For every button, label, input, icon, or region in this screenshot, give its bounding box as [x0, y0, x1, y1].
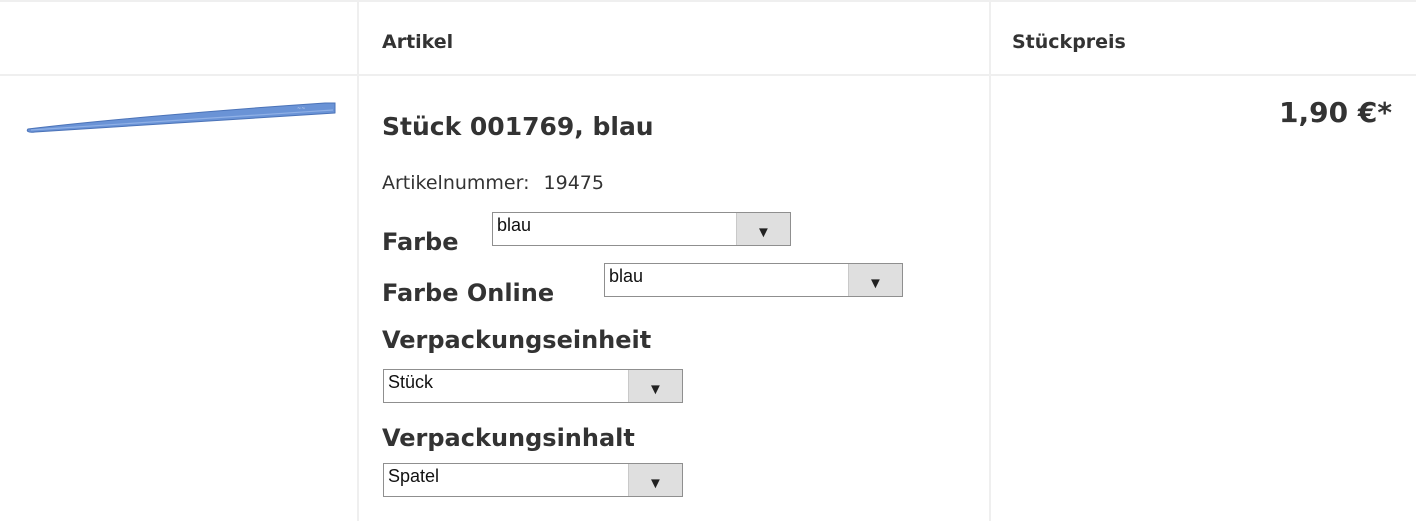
- farbe-online-label: Farbe Online: [382, 279, 555, 307]
- farbe-online-dropdown-button[interactable]: ▼: [848, 264, 902, 296]
- verpackungsinhalt-label: Verpackungsinhalt: [382, 424, 635, 452]
- header-bottom-border: [0, 74, 1416, 76]
- product-title[interactable]: Stück 001769, blau: [382, 112, 654, 141]
- table-top-border: [0, 0, 1416, 2]
- farbe-select-value: blau: [497, 215, 532, 235]
- farbe-online-select-value: blau: [609, 266, 644, 286]
- article-number-label: Artikelnummer:: [382, 172, 530, 194]
- column-header-artikel: Artikel: [382, 31, 454, 53]
- verpackungsinhalt-dropdown-button[interactable]: ▼: [628, 464, 682, 496]
- farbe-online-select[interactable]: blau ▼: [604, 263, 903, 297]
- verpackungseinheit-select-value: Stück: [388, 372, 434, 392]
- farbe-label: Farbe: [382, 228, 459, 256]
- verpackungseinheit-select[interactable]: Stück ▼: [383, 369, 683, 403]
- column-divider-right: [989, 0, 991, 521]
- unit-price: 1,90 €*: [1279, 96, 1392, 129]
- column-header-stueckpreis: Stückpreis: [1012, 31, 1126, 53]
- article-number-row: Artikelnummer: 19475: [382, 172, 604, 194]
- dropdown-arrow-icon: ▼: [868, 275, 883, 292]
- svg-text:~~: ~~: [297, 106, 305, 112]
- dropdown-arrow-icon: ▼: [648, 381, 663, 398]
- farbe-dropdown-button[interactable]: ▼: [736, 213, 790, 245]
- article-number-value: 19475: [543, 172, 604, 194]
- dropdown-arrow-icon: ▼: [648, 475, 663, 492]
- farbe-select[interactable]: blau ▼: [492, 212, 791, 246]
- verpackungseinheit-dropdown-button[interactable]: ▼: [628, 370, 682, 402]
- product-image[interactable]: ~~: [25, 95, 339, 139]
- dropdown-arrow-icon: ▼: [756, 224, 771, 241]
- verpackungseinheit-label: Verpackungseinheit: [382, 326, 652, 354]
- verpackungsinhalt-select-value: Spatel: [388, 466, 440, 486]
- column-divider-left: [357, 0, 359, 521]
- verpackungsinhalt-select[interactable]: Spatel ▼: [383, 463, 683, 497]
